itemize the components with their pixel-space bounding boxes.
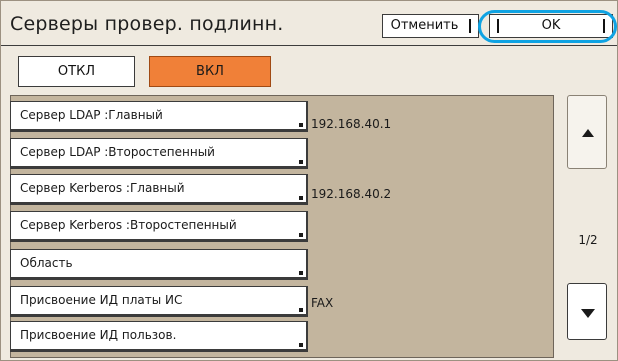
corner-mark-icon <box>299 343 303 347</box>
list-item: Сервер Kerberos :Главный <box>10 174 310 206</box>
list-item-label: Сервер LDAP :Второстепенный <box>20 145 215 159</box>
list-item: Сервер Kerberos :Второстепенный <box>10 211 310 243</box>
corner-mark-icon <box>299 308 303 312</box>
title-divider <box>1 45 617 46</box>
toggle-on-button[interactable]: ВКЛ <box>149 56 271 87</box>
corner-mark-icon <box>299 196 303 200</box>
list-item-label: Присвоение ИД пользов. <box>20 328 177 342</box>
realm-button[interactable]: Область <box>10 249 308 280</box>
list-item-label: Присвоение ИД платы ИС <box>20 293 183 307</box>
list-item-label: Область <box>20 256 73 270</box>
list-item-value: 192.168.40.2 <box>311 187 392 201</box>
scroll-down-button[interactable] <box>567 283 607 340</box>
list-item: Сервер LDAP :Второстепенный <box>10 138 310 170</box>
corner-mark-icon <box>299 123 303 127</box>
ok-highlight-ring <box>478 10 617 43</box>
corner-mark-icon <box>299 271 303 275</box>
scroll-up-button[interactable] <box>567 95 607 169</box>
ldap-primary-button[interactable]: Сервер LDAP :Главный <box>10 101 308 132</box>
list-item-value: FAX <box>311 296 334 310</box>
kerberos-secondary-button[interactable]: Сервер Kerberos :Второстепенный <box>10 211 308 242</box>
cancel-button-label: Отменить <box>390 18 459 33</box>
auth-servers-panel: Серверы провер. подлинн. Отменить OK ОТК… <box>0 0 618 361</box>
toggle-off-button[interactable]: ОТКЛ <box>18 56 135 87</box>
page-title: Серверы провер. подлинн. <box>10 13 284 35</box>
list-item: Область <box>10 249 310 281</box>
list-item-label: Сервер LDAP :Главный <box>20 108 163 122</box>
corner-mark-icon <box>299 160 303 164</box>
arrow-down-icon <box>581 309 595 318</box>
ldap-secondary-button[interactable]: Сервер LDAP :Второстепенный <box>10 138 308 169</box>
list-item: Присвоение ИД платы ИС <box>10 286 310 318</box>
cancel-button[interactable]: Отменить <box>382 14 479 38</box>
list-item-label: Сервер Kerberos :Второстепенный <box>20 218 237 232</box>
list-item: Присвоение ИД пользов. <box>10 321 310 353</box>
page-indicator: 1/2 <box>578 233 598 247</box>
list-item-value: 192.168.40.1 <box>311 117 392 131</box>
list-item: Сервер LDAP :Главный <box>10 101 310 133</box>
cancel-separator <box>469 19 471 33</box>
user-id-button[interactable]: Присвоение ИД пользов. <box>10 321 308 352</box>
corner-mark-icon <box>299 233 303 237</box>
ic-card-id-button[interactable]: Присвоение ИД платы ИС <box>10 286 308 317</box>
list-item-label: Сервер Kerberos :Главный <box>20 181 185 195</box>
kerberos-primary-button[interactable]: Сервер Kerberos :Главный <box>10 174 308 205</box>
title-bar: Серверы провер. подлинн. Отменить OK <box>1 1 617 45</box>
arrow-up-icon <box>582 129 594 137</box>
